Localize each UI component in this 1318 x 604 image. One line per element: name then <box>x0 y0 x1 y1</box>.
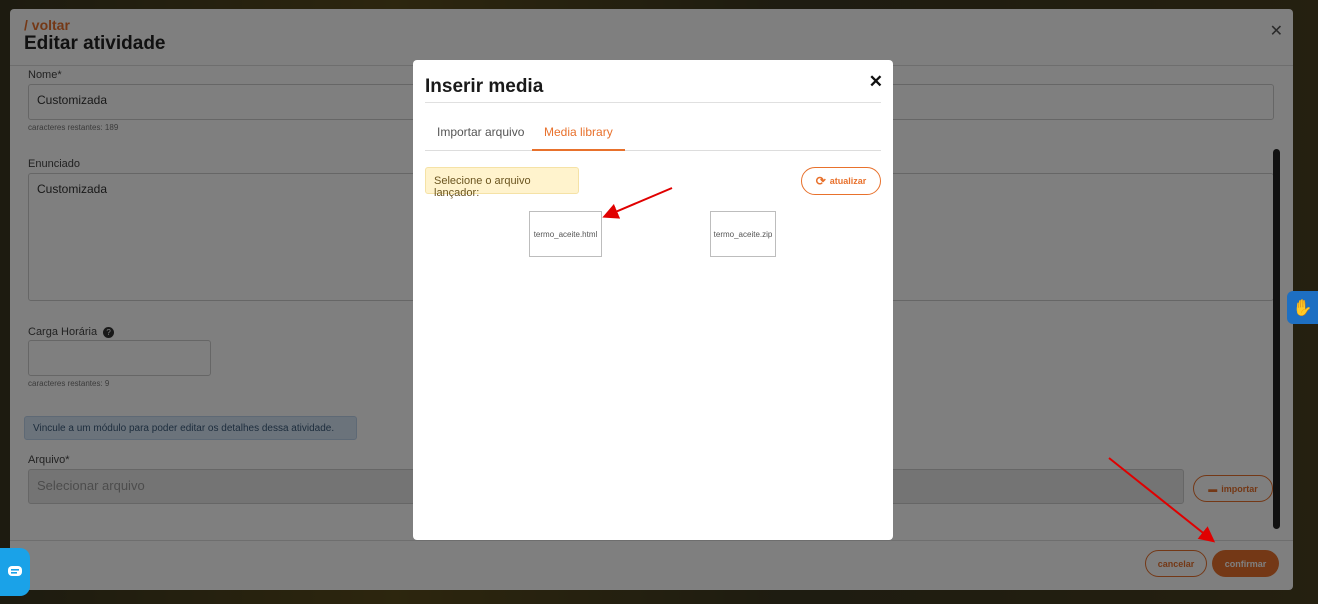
refresh-button[interactable]: ⟳ atualizar <box>801 167 881 195</box>
refresh-icon: ⟳ <box>815 174 826 188</box>
chat-icon[interactable] <box>0 548 30 596</box>
tab-importar-arquivo[interactable]: Importar arquivo <box>425 115 536 151</box>
tab-media-library[interactable]: Media library <box>532 115 625 151</box>
modal-title: Inserir media <box>425 76 544 97</box>
select-launcher-notice: Selecione o arquivo lançador: <box>425 167 579 199</box>
chat-bubble-icon <box>8 566 22 576</box>
refresh-label: atualizar <box>829 176 867 186</box>
file-tile-html[interactable]: termo_aceite.html <box>529 211 602 257</box>
close-icon[interactable]: ✕ <box>869 72 883 92</box>
file-name: termo_aceite.html <box>533 229 598 239</box>
file-name: termo_aceite.zip <box>713 229 773 239</box>
media-tabs: Importar arquivo Media library <box>425 115 881 151</box>
sign-language-icon[interactable]: ✋ <box>1287 291 1318 324</box>
insert-media-modal: Inserir media ✕ Importar arquivo Media l… <box>413 60 893 540</box>
modal-header-divider <box>425 102 881 103</box>
file-tile-zip[interactable]: termo_aceite.zip <box>710 211 776 257</box>
